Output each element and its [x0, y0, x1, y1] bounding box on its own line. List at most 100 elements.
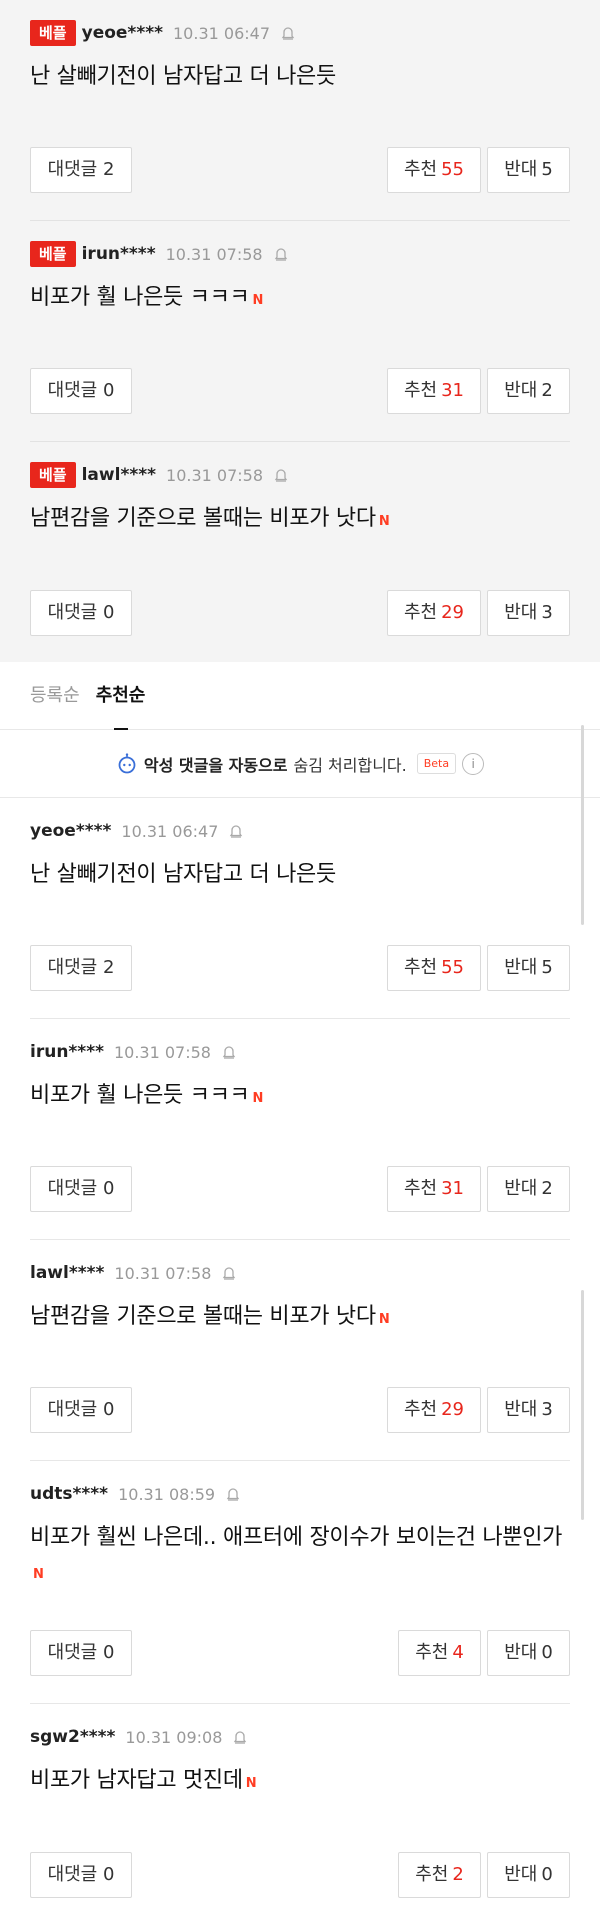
report-bell-icon[interactable]: [221, 1265, 237, 1281]
comment-text-content: 비포가 남자답고 멋진데: [30, 1768, 243, 1793]
notice-text: 숨김 처리합니다.: [293, 755, 407, 775]
comment-meta: lawl**** 10.31 07:58: [30, 1260, 570, 1286]
dislike-label: 반대: [504, 602, 538, 623]
reply-button[interactable]: 대댓글 0: [30, 368, 132, 414]
reply-count: 0: [102, 602, 115, 623]
report-bell-icon[interactable]: [273, 246, 289, 262]
reply-button[interactable]: 대댓글 0: [30, 1630, 132, 1676]
comment-date: 10.31 08:59: [118, 1484, 216, 1504]
comment-text-content: 남편감을 기준으로 볼때는 비포가 낫다: [30, 506, 376, 531]
like-button[interactable]: 추천 29: [387, 1387, 481, 1433]
like-label: 추천: [415, 1642, 449, 1663]
vote-buttons: 추천 55 반대 5: [387, 147, 570, 193]
dislike-button[interactable]: 반대 0: [487, 1852, 570, 1898]
report-bell-icon[interactable]: [225, 1486, 241, 1502]
comment-meta: 베플 yeoe**** 10.31 06:47: [30, 20, 570, 46]
like-button[interactable]: 추천 31: [387, 1166, 481, 1212]
like-count: 2: [452, 1864, 464, 1885]
like-button[interactable]: 추천 55: [387, 945, 481, 991]
like-button[interactable]: 추천 31: [387, 368, 481, 414]
dislike-button[interactable]: 반대 5: [487, 147, 570, 193]
tab-recommended-order[interactable]: 추천순: [96, 662, 145, 730]
comment-meta: irun**** 10.31 07:58: [30, 1039, 570, 1065]
comment-item: lawl**** 10.31 07:58 남편감을 기준으로 볼때는 비포가 낫…: [30, 1240, 570, 1461]
comment-text-content: 난 살빼기전이 남자답고 더 나은듯: [30, 862, 336, 887]
reply-button[interactable]: 대댓글 0: [30, 1852, 132, 1898]
beta-badge: Beta: [416, 753, 457, 774]
comment-nickname[interactable]: yeoe****: [82, 23, 163, 43]
dislike-label: 반대: [504, 957, 538, 978]
like-count: 31: [441, 380, 465, 401]
like-button[interactable]: 추천 29: [387, 590, 481, 636]
like-count: 29: [441, 602, 465, 623]
best-comment: 베플 yeoe**** 10.31 06:47 난 살빼기전이 남자답고 더 나…: [30, 0, 570, 221]
reply-label: 대댓글: [47, 380, 98, 401]
comment-text: 비포가 남자답고 멋진데 N: [30, 1764, 570, 1801]
comment-nickname[interactable]: lawl****: [30, 1263, 104, 1283]
reply-label: 대댓글: [47, 957, 98, 978]
comment-meta: 베플 lawl**** 10.31 07:58: [30, 462, 570, 488]
like-label: 추천: [415, 1864, 449, 1885]
cleanbot-notice: 악성 댓글을 자동으로 숨김 처리합니다. Beta i: [0, 730, 600, 798]
reply-button[interactable]: 대댓글 0: [30, 1166, 132, 1212]
comment-actions: 대댓글 2 추천 55 반대 5: [30, 945, 570, 991]
like-count: 55: [441, 159, 465, 180]
dislike-label: 반대: [504, 380, 538, 401]
info-icon[interactable]: i: [462, 752, 485, 775]
best-badge: 베플: [30, 20, 76, 46]
dislike-button[interactable]: 반대 2: [487, 1166, 570, 1212]
dislike-label: 반대: [504, 1642, 538, 1663]
reply-count: 0: [102, 1399, 115, 1420]
comment-date: 10.31 07:58: [165, 244, 263, 264]
best-badge: 베플: [30, 241, 76, 267]
reply-button[interactable]: 대댓글 0: [30, 1387, 132, 1433]
comment-nickname[interactable]: lawl****: [82, 465, 156, 485]
like-button[interactable]: 추천 55: [387, 147, 481, 193]
dislike-button[interactable]: 반대 5: [487, 945, 570, 991]
like-button[interactable]: 추천 4: [398, 1630, 481, 1676]
reply-label: 대댓글: [47, 1864, 98, 1885]
reply-label: 대댓글: [47, 1178, 98, 1199]
new-badge: N: [33, 1567, 44, 1582]
reply-button[interactable]: 대댓글 0: [30, 590, 132, 636]
scrollbar[interactable]: [581, 725, 584, 925]
report-bell-icon[interactable]: [221, 1044, 237, 1060]
comment-nickname[interactable]: udts****: [30, 1484, 108, 1504]
comment-list: yeoe**** 10.31 06:47 난 살빼기전이 남자답고 더 나은듯 …: [0, 798, 600, 1925]
like-count: 55: [441, 957, 465, 978]
comment-nickname[interactable]: irun****: [82, 244, 156, 264]
reply-button[interactable]: 대댓글 2: [30, 147, 132, 193]
dislike-label: 반대: [504, 1178, 538, 1199]
report-bell-icon[interactable]: [280, 25, 296, 41]
like-label: 추천: [403, 380, 438, 401]
report-bell-icon[interactable]: [228, 823, 244, 839]
report-bell-icon[interactable]: [232, 1729, 248, 1745]
dislike-button[interactable]: 반대 3: [487, 590, 570, 636]
comment-item: yeoe**** 10.31 06:47 난 살빼기전이 남자답고 더 나은듯 …: [30, 798, 570, 1019]
like-label: 추천: [403, 1178, 438, 1199]
scrollbar[interactable]: [581, 1290, 584, 1520]
comment-nickname[interactable]: irun****: [30, 1042, 104, 1062]
comment-actions: 대댓글 2 추천 55 반대 5: [30, 147, 570, 193]
tab-registered-order[interactable]: 등록순: [30, 662, 80, 730]
like-label: 추천: [403, 602, 438, 623]
reply-label: 대댓글: [47, 602, 98, 623]
comment-date: 10.31 07:58: [166, 465, 264, 485]
dislike-button[interactable]: 반대 0: [487, 1630, 570, 1676]
comment-nickname[interactable]: yeoe****: [30, 821, 111, 841]
comment-nickname[interactable]: sgw2****: [30, 1727, 115, 1747]
dislike-count: 3: [541, 602, 553, 623]
dislike-button[interactable]: 반대 2: [487, 368, 570, 414]
dislike-count: 0: [541, 1642, 553, 1663]
report-bell-icon[interactable]: [273, 467, 289, 483]
reply-count: 0: [102, 380, 115, 401]
comment-meta: sgw2**** 10.31 09:08: [30, 1724, 570, 1750]
reply-label: 대댓글: [47, 159, 98, 180]
reply-button[interactable]: 대댓글 2: [30, 945, 132, 991]
dislike-button[interactable]: 반대 3: [487, 1387, 570, 1433]
dislike-count: 5: [541, 159, 553, 180]
best-comment: 베플 lawl**** 10.31 07:58 남편감을 기준으로 볼때는 비포…: [30, 442, 570, 663]
like-button[interactable]: 추천 2: [398, 1852, 481, 1898]
comment-text: 난 살빼기전이 남자답고 더 나은듯: [30, 858, 570, 892]
reply-label: 대댓글: [47, 1642, 98, 1663]
